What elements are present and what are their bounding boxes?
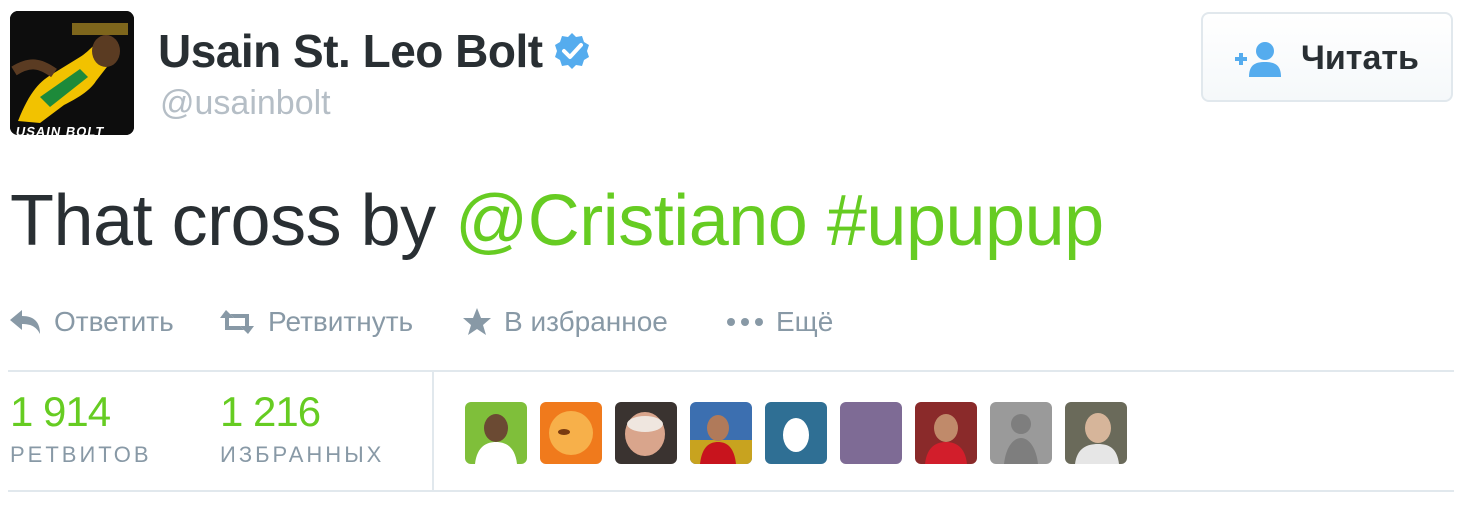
favoriter-avatar[interactable]: [990, 402, 1052, 464]
retweets-label: РЕТВИТОВ: [10, 442, 152, 467]
favoriter-avatar[interactable]: [915, 402, 977, 464]
tweet-text: That cross by @Cristiano #upupup: [10, 180, 1104, 262]
favoriter-avatar[interactable]: [840, 402, 902, 464]
favorite-action[interactable]: В избранное: [462, 302, 668, 342]
favoriter-avatar[interactable]: [465, 402, 527, 464]
more-action-label: Ещё: [776, 306, 834, 337]
follow-button-label: Читать: [1301, 39, 1419, 77]
retweets-count: 1 914: [10, 388, 111, 435]
retweet-action[interactable]: Ретвитнуть: [218, 302, 413, 342]
star-icon: [463, 308, 491, 335]
reply-icon: [10, 310, 40, 334]
stats-divider-top: [8, 370, 1454, 372]
author-display-name[interactable]: Usain St. Leo Bolt: [158, 24, 543, 78]
follow-button[interactable]: Читать: [1201, 12, 1453, 102]
verified-badge-icon: [555, 33, 589, 69]
more-dots-icon: [727, 318, 763, 326]
stats-divider-bottom: [8, 490, 1454, 492]
reply-action[interactable]: Ответить: [8, 302, 174, 342]
tweet-hashtag-link[interactable]: #upupup: [827, 181, 1104, 261]
avatar-caption: USAIN BOLT: [14, 124, 106, 135]
author-avatar-image: [10, 11, 134, 135]
favoriter-avatar[interactable]: [690, 402, 752, 464]
add-user-icon: [1235, 42, 1281, 77]
tweet-mention-link[interactable]: @Cristiano: [455, 181, 808, 261]
favoriter-avatar[interactable]: [615, 402, 677, 464]
favoriter-avatar[interactable]: [765, 402, 827, 464]
favoriter-avatar[interactable]: [1065, 402, 1127, 464]
retweet-icon: [220, 310, 254, 334]
author-screen-name[interactable]: @usainbolt: [160, 84, 331, 123]
more-action[interactable]: Ещё: [726, 302, 833, 342]
favorites-label: ИЗБРАННЫХ: [220, 442, 385, 467]
favorites-stat[interactable]: 1 216 ИЗБРАННЫХ: [220, 388, 384, 468]
stats-divider-vertical: [432, 372, 434, 490]
reply-action-label: Ответить: [54, 306, 174, 337]
tweet-text-plain: That cross by: [10, 181, 456, 261]
retweets-stat[interactable]: 1 914 РЕТВИТОВ: [10, 388, 152, 468]
favorites-count: 1 216: [220, 388, 321, 435]
author-avatar[interactable]: USAIN BOLT: [10, 11, 134, 135]
favoriter-avatar[interactable]: [540, 402, 602, 464]
favorite-action-label: В избранное: [504, 306, 668, 337]
retweet-action-label: Ретвитнуть: [268, 306, 414, 337]
